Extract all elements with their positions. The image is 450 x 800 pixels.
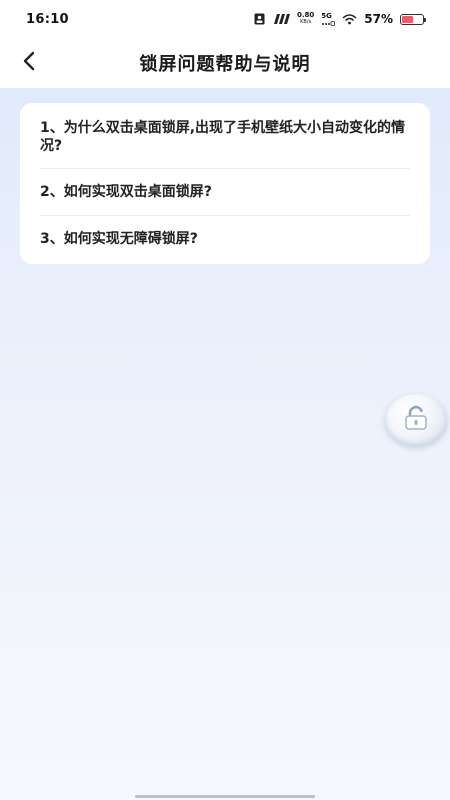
page-title: 锁屏问题帮助与说明	[139, 54, 311, 75]
net-speed-value: 0.80	[296, 11, 315, 19]
lock-icon	[402, 404, 430, 436]
faq-item-1[interactable]: 1、为什么双击桌面锁屏,出现了手机壁纸大小自动变化的情况?	[40, 103, 410, 168]
battery-icon	[400, 13, 426, 25]
back-button[interactable]	[16, 50, 42, 76]
status-bar: 16:10 0.80 KB/s 5G 57%	[0, 0, 450, 38]
faq-item-3[interactable]: 3、如何实现无障碍锁屏?	[40, 215, 410, 264]
status-icons: 0.80 KB/s 5G 57%	[254, 11, 426, 26]
5g-signal-icon: 5G	[321, 11, 336, 26]
faq-item-2[interactable]: 2、如何实现双击桌面锁屏?	[40, 168, 410, 215]
faq-card: 1、为什么双击桌面锁屏,出现了手机壁纸大小自动变化的情况? 2、如何实现双击桌面…	[20, 103, 430, 264]
app-header: 锁屏问题帮助与说明	[0, 38, 450, 88]
chevron-left-icon	[22, 51, 36, 75]
home-indicator[interactable]	[135, 795, 315, 798]
wifi-icon	[342, 13, 357, 25]
sim-card-icon	[254, 13, 265, 25]
net-speed: 0.80 KB/s	[297, 12, 314, 26]
signal-bars-icon	[272, 14, 290, 24]
battery-level	[402, 15, 414, 23]
network-type: 5G	[321, 11, 332, 20]
status-time: 16:10	[26, 11, 69, 27]
floating-lock-button[interactable]	[385, 394, 447, 446]
battery-percent: 57%	[364, 12, 393, 26]
net-speed-unit: KB/s	[300, 19, 312, 25]
